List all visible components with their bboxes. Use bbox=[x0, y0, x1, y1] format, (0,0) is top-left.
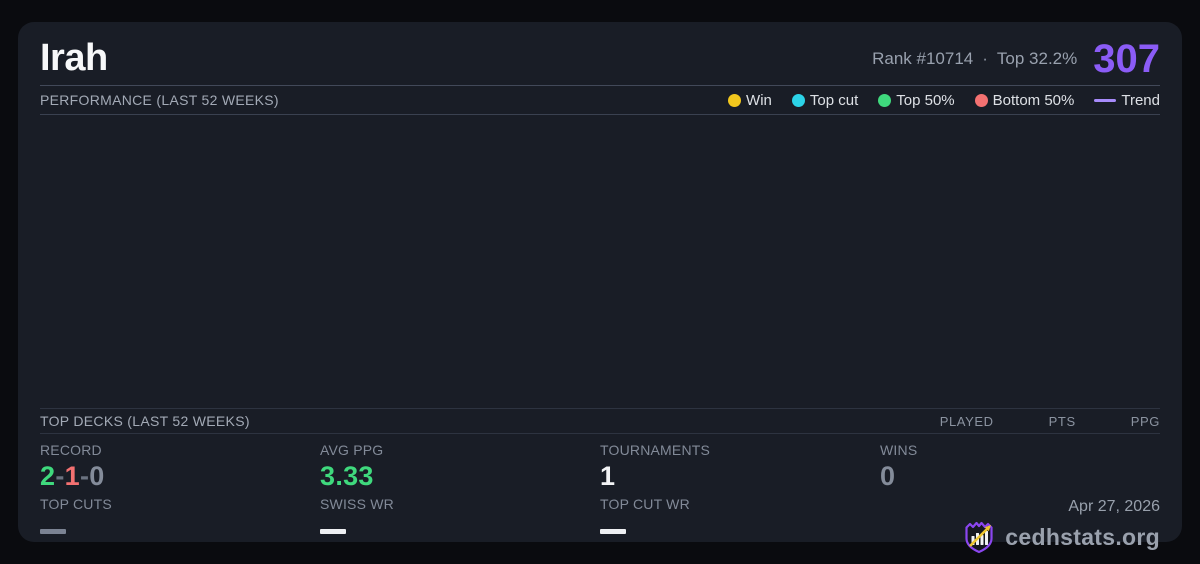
empty-value-dash bbox=[320, 529, 346, 534]
legend-label: Trend bbox=[1121, 91, 1160, 109]
header-right: Rank #10714 · Top 32.2% 307 bbox=[872, 39, 1160, 79]
legend-item-bottom-50: Bottom 50% bbox=[974, 91, 1075, 109]
performance-chart bbox=[40, 115, 1160, 408]
legend-label: Top cut bbox=[809, 91, 859, 109]
column-header-pts: PTS bbox=[1048, 413, 1076, 429]
card-footer: Apr 27, 2026 cedhstats.org bbox=[880, 496, 1160, 555]
legend-item-top-cut: Top cut bbox=[791, 91, 859, 109]
legend-label: Top 50% bbox=[896, 91, 955, 109]
performance-section-title: PERFORMANCE (LAST 52 WEEKS) bbox=[40, 92, 279, 108]
stat-label: AVG PPG bbox=[320, 442, 384, 458]
stat-top-cuts: TOP CUTS bbox=[40, 496, 320, 555]
stat-tournaments: TOURNAMENTS 1 bbox=[600, 442, 880, 496]
rank-line: Rank #10714 · Top 32.2% bbox=[872, 49, 1077, 69]
top-decks-section-title: TOP DECKS (LAST 52 WEEKS) bbox=[40, 413, 250, 429]
legend-item-win: Win bbox=[728, 92, 772, 109]
stat-label: TOP CUTS bbox=[40, 496, 112, 512]
record-losses: 1 bbox=[64, 461, 80, 491]
legend-label: Bottom 50% bbox=[992, 91, 1075, 109]
stat-label: SWISS WR bbox=[320, 496, 394, 512]
stat-wins: WINS 0 bbox=[880, 442, 1160, 496]
record-separator: - bbox=[79, 461, 90, 491]
top-percent-text: Top 32.2% bbox=[996, 48, 1078, 68]
date-text: Apr 27, 2026 bbox=[1068, 498, 1160, 515]
card-header: Irah Rank #10714 · Top 32.2% 307 bbox=[40, 22, 1160, 86]
legend-label: Win bbox=[746, 91, 772, 109]
top-decks-columns: PLAYED PTS PPG bbox=[940, 414, 1160, 429]
avg-ppg-value: 3.33 bbox=[320, 461, 374, 491]
stats-grid: RECORD 2-1-0 AVG PPG 3.33 TOURNAMENTS 1 … bbox=[40, 434, 1160, 554]
stat-label: TOP CUT WR bbox=[600, 496, 690, 512]
record-separator: - bbox=[55, 461, 65, 491]
brand-text: cedhstats.org bbox=[1005, 523, 1160, 550]
record-wins: 2 bbox=[40, 461, 56, 491]
legend-item-top-50: Top 50% bbox=[878, 91, 955, 109]
legend-item-trend: Trend bbox=[1094, 92, 1160, 109]
rank-text: Rank #10714 bbox=[872, 48, 974, 68]
stat-swiss-wr: SWISS WR bbox=[320, 496, 600, 555]
stat-record: RECORD 2-1-0 bbox=[40, 442, 320, 496]
empty-value-dash bbox=[40, 529, 66, 534]
win-dot-icon bbox=[728, 93, 742, 107]
stat-label: WINS bbox=[880, 442, 918, 458]
empty-value-dash bbox=[600, 529, 626, 534]
record-draws: 0 bbox=[89, 461, 105, 491]
stat-label: RECORD bbox=[40, 442, 102, 458]
performance-section-header: PERFORMANCE (LAST 52 WEEKS) Win Top cut … bbox=[40, 86, 1160, 115]
column-header-ppg: PPG bbox=[1130, 413, 1160, 429]
top-cut-dot-icon bbox=[791, 93, 805, 107]
stat-label: TOURNAMENTS bbox=[600, 442, 711, 458]
top-decks-section-header: TOP DECKS (LAST 52 WEEKS) PLAYED PTS PPG bbox=[40, 408, 1160, 434]
record-value: 2-1-0 bbox=[40, 461, 105, 492]
trend-line-icon bbox=[1094, 98, 1117, 102]
score-value: 307 bbox=[1093, 36, 1160, 81]
page-title: Irah bbox=[40, 37, 108, 79]
chart-legend: Win Top cut Top 50% Bottom 50% Trend bbox=[728, 92, 1160, 109]
column-header-played: PLAYED bbox=[939, 413, 994, 429]
bottom-50-dot-icon bbox=[974, 93, 988, 107]
tournaments-value: 1 bbox=[600, 461, 616, 491]
brand-link[interactable]: cedhstats.org bbox=[961, 519, 1160, 555]
dot-separator: · bbox=[982, 48, 988, 68]
stat-avg-ppg: AVG PPG 3.33 bbox=[320, 442, 600, 496]
cedhstats-shield-logo-icon bbox=[965, 521, 993, 554]
player-stats-card: Irah Rank #10714 · Top 32.2% 307 PERFORMAN… bbox=[18, 22, 1182, 554]
top-50-dot-icon bbox=[878, 93, 892, 107]
wins-value: 0 bbox=[880, 461, 896, 491]
stat-top-cut-wr: TOP CUT WR bbox=[600, 496, 880, 555]
